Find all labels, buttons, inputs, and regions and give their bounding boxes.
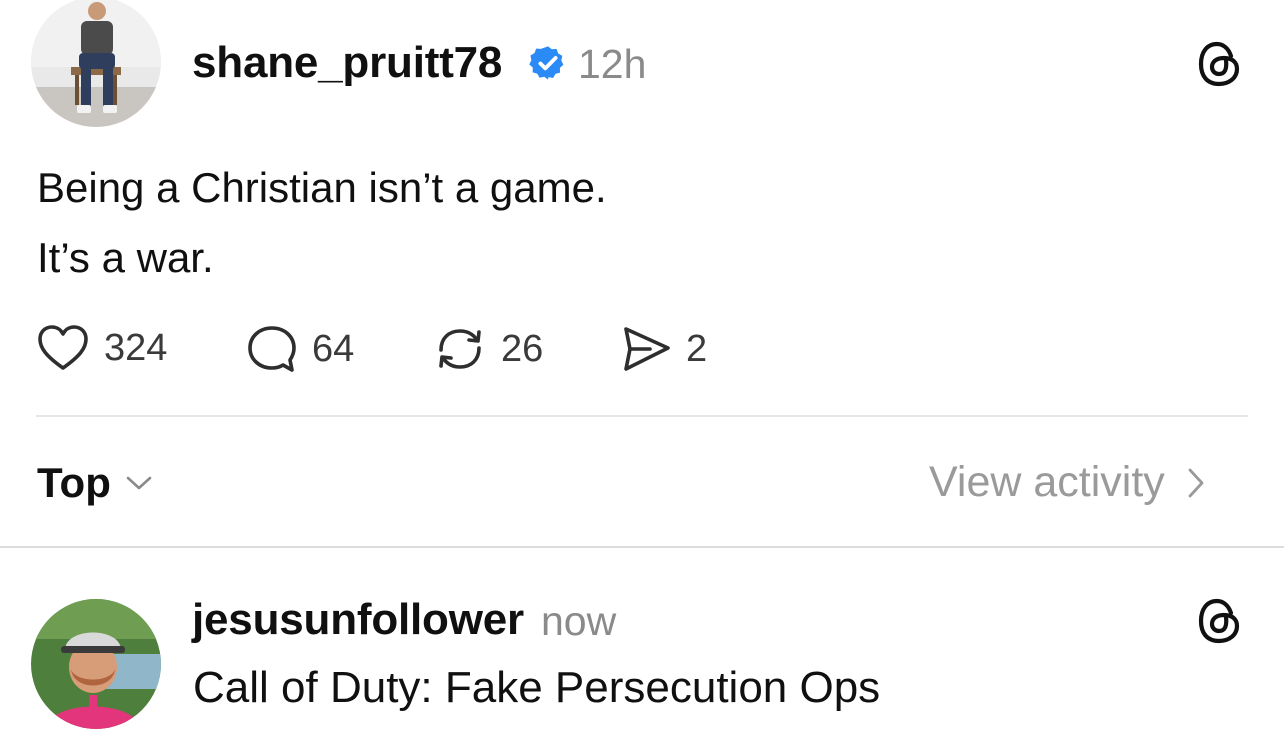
share-count: 2 [686,328,708,370]
reply-text: Call of Duty: Fake Persecution Ops [193,663,881,712]
post-author-avatar[interactable] [31,0,161,127]
divider [0,546,1284,548]
send-icon [624,327,670,371]
avatar-photo [31,0,161,127]
chevron-down-icon [126,476,152,490]
sort-dropdown[interactable]: Top [37,462,153,504]
reply-timestamp: now [541,598,617,644]
divider [36,415,1248,417]
post-timestamp: 12h [578,41,647,87]
comment-button[interactable]: 64 [246,324,354,374]
repost-button[interactable]: 26 [433,324,543,374]
comment-count: 64 [312,328,355,370]
chevron-right-icon [1188,468,1204,497]
comment-icon [248,326,296,372]
reply-username[interactable]: jesusunfollower [192,598,524,642]
threads-logo-icon[interactable] [1196,38,1244,90]
like-count: 324 [104,327,168,369]
view-activity-label: View activity [929,458,1165,506]
threads-logo-icon[interactable] [1196,595,1244,647]
view-activity-link[interactable]: View activity [929,461,1205,504]
repost-count: 26 [501,328,544,370]
verified-badge-icon [529,44,567,87]
share-button[interactable]: 2 [620,324,707,374]
post-text-line-1: Being a Christian isn’t a game. [37,164,607,211]
like-button[interactable]: 324 [36,324,167,372]
repost-icon [439,329,481,369]
post-text-line-2: It’s a war. [37,234,214,281]
post-username[interactable]: shane_pruitt78 [192,41,502,85]
heart-icon [38,325,88,370]
sort-label: Top [37,459,111,506]
avatar-photo [31,599,161,729]
reply-author-avatar[interactable] [31,599,161,729]
